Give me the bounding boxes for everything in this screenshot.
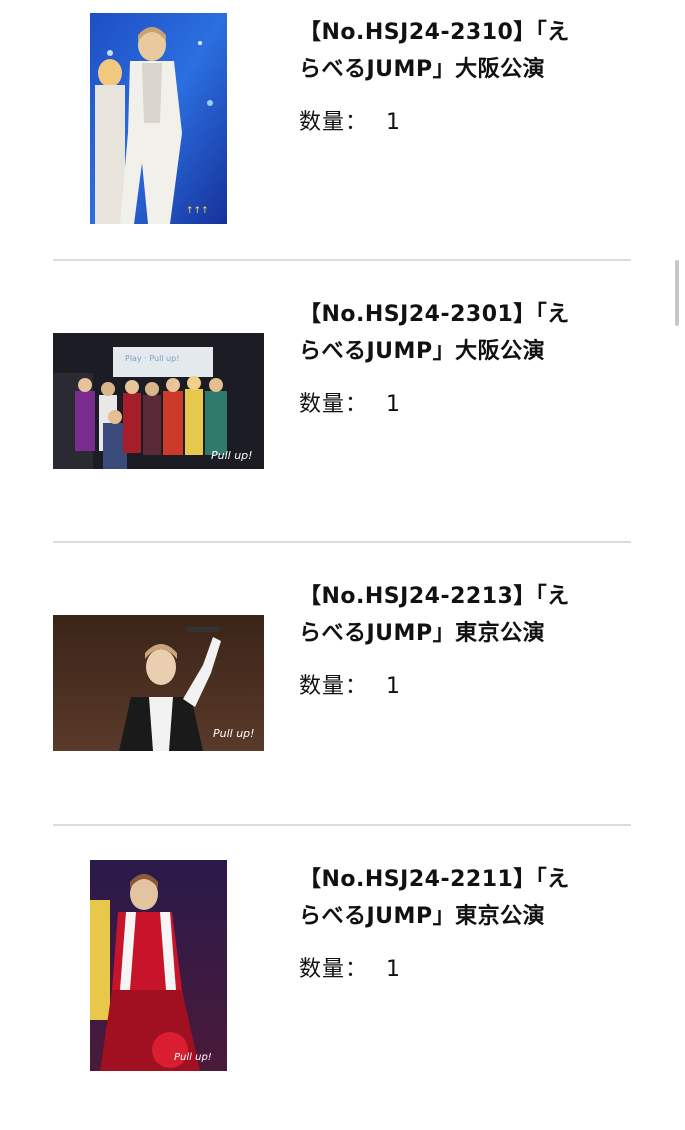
product-title-line: らべるJUMP」大阪公演 bbox=[299, 339, 546, 364]
product-photo[interactable]: Play · Pull up! Pull up! bbox=[53, 333, 264, 469]
scrollbar-thumb[interactable] bbox=[675, 260, 679, 326]
product-title-line: 【No.HSJ24-2301】「え bbox=[299, 302, 570, 327]
quantity-label: 数量： bbox=[299, 674, 369, 699]
product-title[interactable]: 【No.HSJ24-2301】「え らべるJUMP」大阪公演 bbox=[299, 296, 619, 370]
svg-text:Pull up!: Pull up! bbox=[213, 727, 255, 740]
quantity-value: 1 bbox=[386, 392, 402, 417]
svg-text:↑↑↑: ↑↑↑ bbox=[186, 206, 209, 216]
quantity-value: 1 bbox=[386, 110, 402, 135]
quantity: 数量： 1 bbox=[299, 108, 401, 138]
product-title[interactable]: 【No.HSJ24-2213】「え らべるJUMP」東京公演 bbox=[299, 578, 619, 652]
divider bbox=[53, 259, 631, 261]
product-title[interactable]: 【No.HSJ24-2211】「え らべるJUMP」東京公演 bbox=[299, 861, 619, 935]
cart-item: ↑↑↑ 【No.HSJ24-2310】「え らべるJUMP」大阪公演 数量： 1 bbox=[53, 0, 631, 282]
quantity: 数量： 1 bbox=[299, 955, 401, 985]
product-photo[interactable]: ↑↑↑ bbox=[90, 13, 227, 224]
quantity: 数量： 1 bbox=[299, 672, 401, 702]
product-title-line: らべるJUMP」東京公演 bbox=[299, 904, 546, 929]
product-title[interactable]: 【No.HSJ24-2310】「え らべるJUMP」大阪公演 bbox=[299, 14, 619, 88]
divider bbox=[53, 824, 631, 826]
product-title-line: 【No.HSJ24-2310】「え bbox=[299, 20, 570, 45]
quantity: 数量： 1 bbox=[299, 390, 401, 420]
quantity-label: 数量： bbox=[299, 392, 369, 417]
svg-text:Pull up!: Pull up! bbox=[211, 449, 253, 462]
svg-text:Play · Pull up!: Play · Pull up! bbox=[125, 354, 179, 363]
quantity-value: 1 bbox=[386, 957, 402, 982]
product-photo[interactable]: Pull up! bbox=[53, 615, 264, 751]
cart-item: Pull up! 【No.HSJ24-2211】「え らべるJUMP」東京公演 … bbox=[53, 848, 631, 1130]
product-photo[interactable]: Pull up! bbox=[90, 860, 227, 1071]
product-title-line: らべるJUMP」大阪公演 bbox=[299, 57, 546, 82]
cart-item: Pull up! 【No.HSJ24-2213】「え らべるJUMP」東京公演 … bbox=[53, 565, 631, 847]
quantity-label: 数量： bbox=[299, 957, 369, 982]
product-title-line: 【No.HSJ24-2211】「え bbox=[299, 867, 570, 892]
product-title-line: らべるJUMP」東京公演 bbox=[299, 621, 546, 646]
quantity-value: 1 bbox=[386, 674, 402, 699]
cart-item: Play · Pull up! Pull up! 【No.HSJ24-2301】… bbox=[53, 283, 631, 565]
svg-text:Pull up!: Pull up! bbox=[174, 1052, 212, 1063]
divider bbox=[53, 541, 631, 543]
quantity-label: 数量： bbox=[299, 110, 369, 135]
product-title-line: 【No.HSJ24-2213】「え bbox=[299, 584, 570, 609]
